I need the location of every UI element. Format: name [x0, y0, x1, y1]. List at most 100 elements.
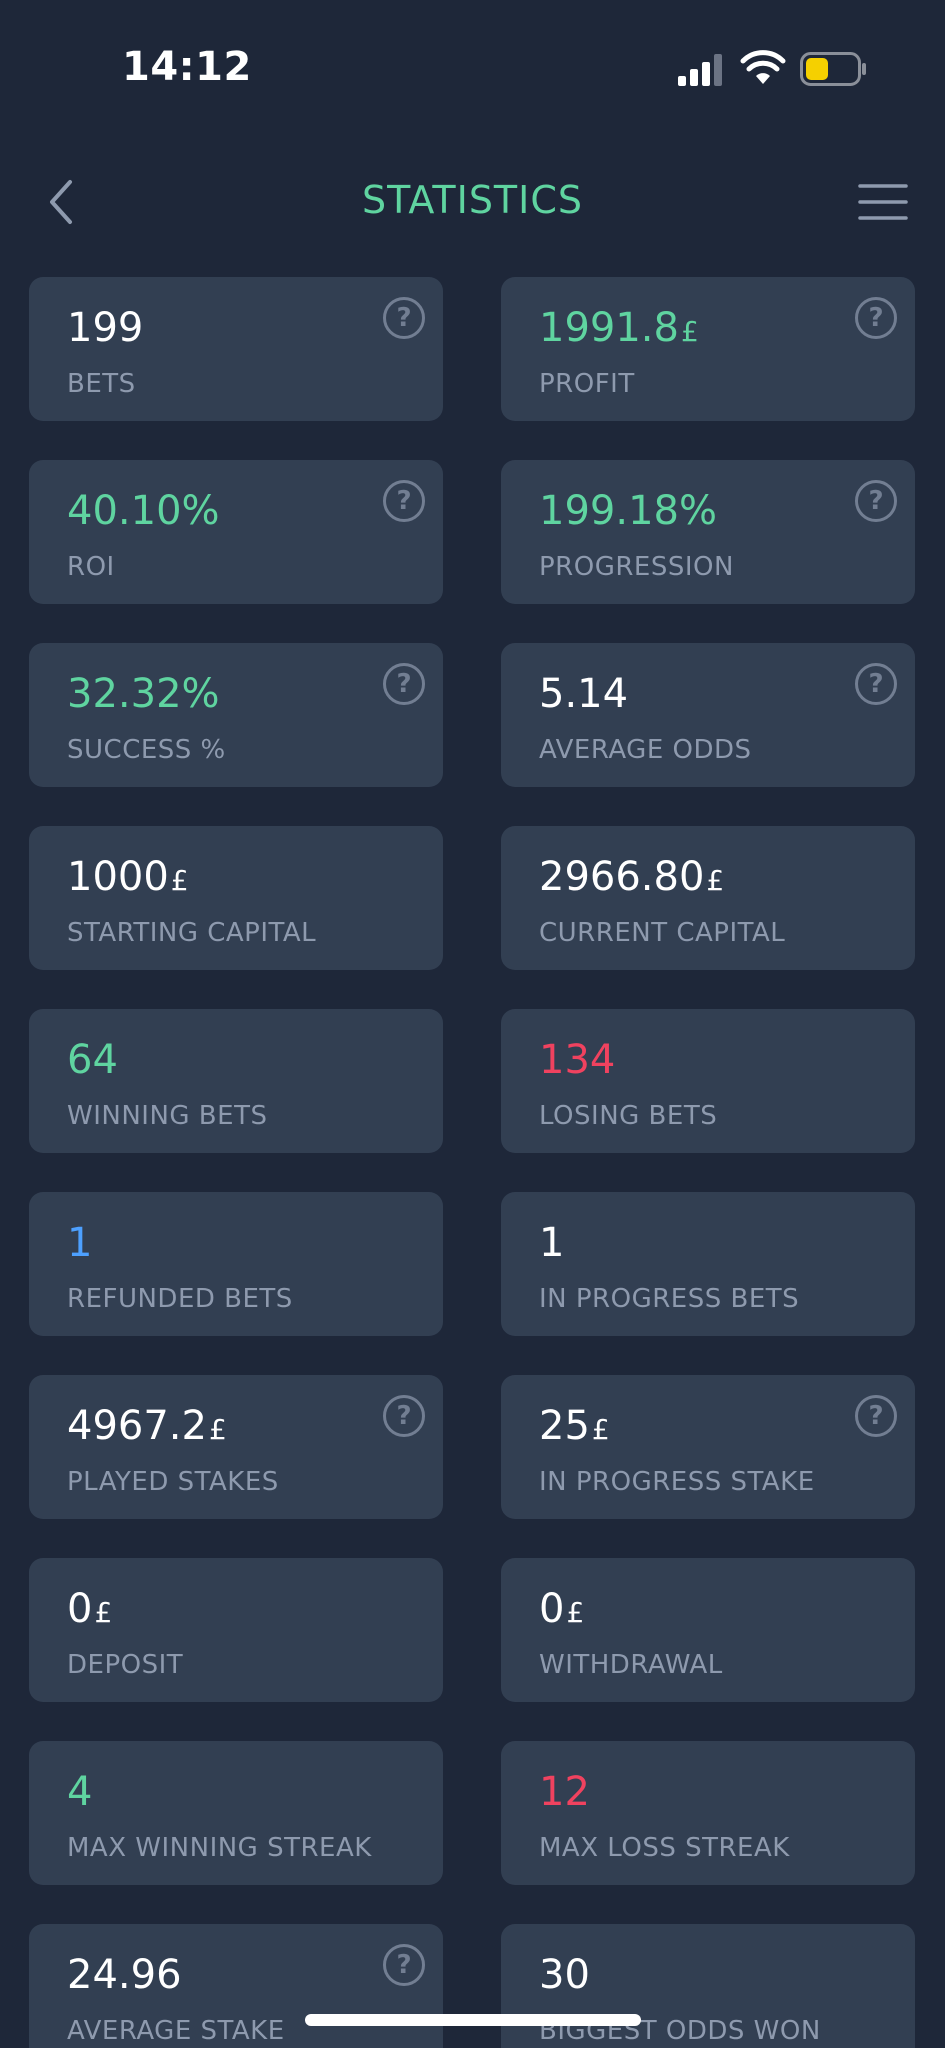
stat-value: 64	[67, 1037, 118, 1083]
stat-number: 4967.2	[67, 1403, 207, 1449]
stat-card: 4 MAX WINNING STREAK	[29, 1741, 443, 1885]
stat-label: MAX WINNING STREAK	[67, 1833, 372, 1863]
stat-label: STARTING CAPITAL	[67, 918, 317, 948]
status-time: 14:12	[122, 44, 252, 90]
stat-card: 1 IN PROGRESS BETS	[501, 1192, 915, 1336]
stat-card: 0£ DEPOSIT	[29, 1558, 443, 1702]
stat-number: 4	[67, 1769, 93, 1815]
help-circle-icon[interactable]: ?	[383, 1944, 425, 1986]
stat-label: AVERAGE ODDS	[539, 735, 752, 765]
stat-label: SUCCESS %	[67, 735, 226, 765]
stat-card: 5.14 AVERAGE ODDS?	[501, 643, 915, 787]
stat-label: REFUNDED BETS	[67, 1284, 293, 1314]
stat-value: 134	[539, 1037, 615, 1083]
stat-value: 40.10%	[67, 488, 220, 534]
stat-number: 0	[539, 1586, 565, 1632]
stat-card: 25£ IN PROGRESS STAKE?	[501, 1375, 915, 1519]
stat-value: 2966.80£	[539, 854, 724, 900]
stat-card: 2966.80£ CURRENT CAPITAL	[501, 826, 915, 970]
stat-number: 24.96	[67, 1952, 182, 1998]
stat-value: 199	[67, 305, 143, 351]
stat-card: 1000£ STARTING CAPITAL	[29, 826, 443, 970]
wifi-icon	[740, 50, 786, 84]
stat-label: WITHDRAWAL	[539, 1650, 723, 1680]
stat-label: BETS	[67, 369, 136, 399]
stat-value: 30	[539, 1952, 590, 1998]
currency-symbol: £	[566, 1596, 585, 1629]
stat-value: 4967.2£	[67, 1403, 227, 1449]
currency-symbol: £	[706, 864, 725, 897]
stat-label: PROGRESSION	[539, 552, 734, 582]
stat-card: 1 REFUNDED BETS	[29, 1192, 443, 1336]
stat-label: IN PROGRESS BETS	[539, 1284, 800, 1314]
stat-card: 64 WINNING BETS	[29, 1009, 443, 1153]
stat-card: 12 MAX LOSS STREAK	[501, 1741, 915, 1885]
currency-symbol: £	[208, 1413, 227, 1446]
currency-symbol: £	[170, 864, 189, 897]
currency-symbol: £	[591, 1413, 610, 1446]
stat-card: 24.96 AVERAGE STAKE?	[29, 1924, 443, 2048]
stat-value: 0£	[539, 1586, 584, 1632]
stat-number: 30	[539, 1952, 590, 1998]
cellular-signal-icon	[678, 54, 722, 86]
statistics-screen: 14:12 STATISTICS 199 BETS? 1991.8£ PROFIT? 4…	[0, 0, 945, 2048]
stat-label: PLAYED STAKES	[67, 1467, 279, 1497]
stat-label: WINNING BETS	[67, 1101, 268, 1131]
stat-card: 0£ WITHDRAWAL	[501, 1558, 915, 1702]
stat-card: 32.32% SUCCESS %?	[29, 643, 443, 787]
stat-number: 0	[67, 1586, 93, 1632]
stat-value: 32.32%	[67, 671, 220, 717]
help-circle-icon[interactable]: ?	[383, 663, 425, 705]
help-circle-icon[interactable]: ?	[855, 663, 897, 705]
stat-value: 0£	[67, 1586, 112, 1632]
stat-card: 199 BETS?	[29, 277, 443, 421]
help-circle-icon[interactable]: ?	[855, 480, 897, 522]
stat-value: 24.96	[67, 1952, 182, 1998]
stat-label: CURRENT CAPITAL	[539, 918, 786, 948]
stat-number: 1991.8	[539, 305, 679, 351]
stat-value: 199.18%	[539, 488, 717, 534]
help-circle-icon[interactable]: ?	[383, 1395, 425, 1437]
stat-value: 1	[67, 1220, 92, 1266]
stat-number: 12	[539, 1769, 590, 1815]
stat-card: 40.10% ROI?	[29, 460, 443, 604]
help-circle-icon[interactable]: ?	[855, 1395, 897, 1437]
stat-number: 1	[539, 1220, 565, 1266]
stat-value: 25£	[539, 1403, 610, 1449]
stat-value: 12	[539, 1769, 590, 1815]
stat-value: 4	[67, 1769, 92, 1815]
stat-label: ROI	[67, 552, 115, 582]
stat-number: 134	[539, 1037, 616, 1083]
stat-value: 1000£	[67, 854, 189, 900]
currency-symbol: £	[680, 315, 699, 348]
stat-number: 2966.80	[539, 854, 705, 900]
stat-label: LOSING BETS	[539, 1101, 718, 1131]
stat-value: 1	[539, 1220, 564, 1266]
stat-number: 64	[67, 1037, 118, 1083]
stat-number: 199	[67, 305, 144, 351]
currency-symbol: £	[94, 1596, 113, 1629]
help-circle-icon[interactable]: ?	[383, 480, 425, 522]
stat-card: 134 LOSING BETS	[501, 1009, 915, 1153]
stat-number: 5.14	[539, 671, 629, 717]
stat-card: 1991.8£ PROFIT?	[501, 277, 915, 421]
stat-card: 199.18% PROGRESSION?	[501, 460, 915, 604]
home-indicator	[305, 2014, 641, 2026]
stat-number: 32.32%	[67, 671, 220, 717]
stat-label: MAX LOSS STREAK	[539, 1833, 790, 1863]
stat-label: IN PROGRESS STAKE	[539, 1467, 815, 1497]
page-title: STATISTICS	[361, 178, 584, 222]
stat-number: 40.10%	[67, 488, 220, 534]
battery-icon	[800, 52, 866, 86]
help-circle-icon[interactable]: ?	[855, 297, 897, 339]
stat-value: 5.14	[539, 671, 628, 717]
help-circle-icon[interactable]: ?	[383, 297, 425, 339]
stat-value: 1991.8£	[539, 305, 699, 351]
stat-number: 1000	[67, 854, 169, 900]
stat-card: 4967.2£ PLAYED STAKES?	[29, 1375, 443, 1519]
hamburger-menu-icon[interactable]	[856, 180, 910, 224]
stat-card: 30 BIGGEST ODDS WON	[501, 1924, 915, 2048]
stat-number: 25	[539, 1403, 590, 1449]
stat-number: 199.18%	[539, 488, 717, 534]
stat-label: DEPOSIT	[67, 1650, 184, 1680]
